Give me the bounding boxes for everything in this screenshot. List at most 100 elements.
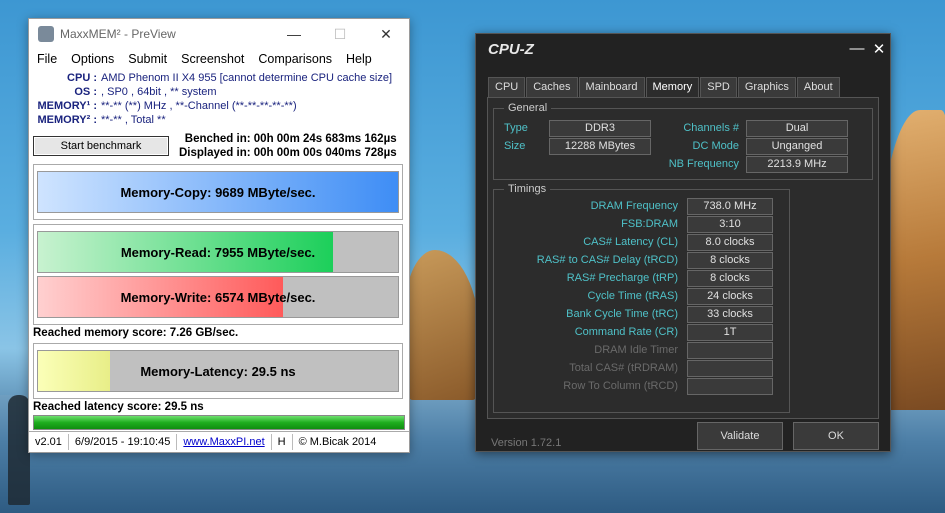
total-progress-bar — [33, 415, 405, 430]
tab-spd[interactable]: SPD — [700, 77, 737, 97]
timing-value: 8 clocks — [687, 252, 773, 269]
channels-label: Channels # — [683, 122, 739, 134]
type-label: Type — [504, 122, 528, 134]
timings-group: Timings DRAM Frequency 738.0 MHz FSB:DRA… — [493, 183, 790, 413]
timing-label: Bank Cycle Time (tRC) — [566, 308, 678, 320]
copy-panel: Memory-Copy: 9689 MByte/sec. — [33, 164, 403, 220]
tab-graphics[interactable]: Graphics — [737, 77, 796, 97]
channels-value: Dual — [746, 120, 848, 137]
nbfreq-label: NB Frequency — [668, 158, 739, 170]
start-benchmark-button[interactable]: Start benchmark — [33, 136, 169, 156]
timing-value: 24 clocks — [687, 288, 773, 305]
timings-title: Timings — [504, 183, 551, 195]
timing-value — [687, 360, 773, 377]
tab-mainboard[interactable]: Mainboard — [578, 77, 645, 97]
read-write-panel: Memory-Read: 7955 MByte/sec. Memory-Writ… — [33, 224, 403, 325]
maxxmem-titlebar[interactable]: MaxxMEM² - PreView — ☐ ✕ — [29, 19, 409, 49]
dcmode-label: DC Mode — [692, 140, 739, 152]
cpuz-version: Version 1.72.1 — [491, 437, 562, 449]
memory-copy-label: Memory-Copy: 9689 MByte/sec. — [120, 184, 316, 200]
timing-label: Row To Column (tRCD) — [563, 380, 678, 392]
timing-label: FSB:DRAM — [621, 218, 678, 230]
latency-score: Reached latency score: 29.5 ns — [33, 401, 204, 413]
maxxmem-statusbar: v2.01 6/9/2015 - 19:10:45 www.MaxxPI.net… — [29, 431, 409, 452]
bench-times: Benched in: 00h 00m 24s 683ms 162µs Disp… — [179, 132, 397, 160]
timing-label: RAS# to CAS# Delay (tRCD) — [536, 254, 678, 266]
website-link[interactable]: www.MaxxPI.net — [177, 434, 272, 450]
tab-memory[interactable]: Memory — [645, 77, 700, 98]
cpu-value: AMD Phenom II X4 955 [cannot determine C… — [101, 72, 393, 84]
close-button[interactable]: ✕ — [363, 26, 409, 43]
tab-about[interactable]: About — [796, 77, 840, 97]
memory1-label: MEMORY¹ : — [37, 100, 97, 112]
status-copyright: © M.Bicak 2014 — [298, 436, 377, 448]
memory-read-bar: Memory-Read: 7955 MByte/sec. — [37, 231, 399, 273]
desktop-rock-left — [405, 250, 480, 400]
minimize-button[interactable]: — — [271, 26, 317, 43]
cpuz-titlebar[interactable]: CPU-Z — ✕ — [476, 34, 890, 64]
dcmode-value: Unganged — [746, 138, 848, 155]
desktop-figure — [8, 395, 30, 505]
nbfreq-value: 2213.9 MHz — [746, 156, 848, 173]
system-info: CPU : AMD Phenom II X4 955 [cannot determ… — [29, 69, 409, 127]
maxxmem-app-icon — [38, 26, 54, 42]
cpuz-tabbar: CPU Caches Mainboard Memory SPD Graphics… — [488, 77, 841, 98]
memory-tab-content: General Type DDR3 Size 12288 MBytes Chan… — [487, 97, 879, 419]
size-label: Size — [504, 140, 526, 152]
memory-latency-label: Memory-Latency: 29.5 ns — [140, 363, 296, 379]
cpuz-title: CPU-Z — [488, 40, 534, 58]
general-title: General — [504, 102, 552, 114]
memory-copy-bar: Memory-Copy: 9689 MByte/sec. — [37, 171, 399, 213]
timing-label: Command Rate (CR) — [574, 326, 678, 338]
size-value: 12288 MBytes — [549, 138, 651, 155]
cpuz-minimize-button[interactable]: — — [846, 40, 868, 58]
os-label: OS : — [74, 86, 97, 98]
memory-latency-bar: Memory-Latency: 29.5 ns — [37, 350, 399, 392]
ok-button[interactable]: OK — [793, 422, 879, 450]
timing-value: 1T — [687, 324, 773, 341]
latency-panel: Memory-Latency: 29.5 ns — [33, 343, 403, 399]
timing-label: CAS# Latency (CL) — [583, 236, 678, 248]
timing-value: 738.0 MHz — [687, 198, 773, 215]
type-value: DDR3 — [549, 120, 651, 137]
maxxmem-menubar: File Options Submit Screenshot Compariso… — [29, 49, 409, 69]
menu-help[interactable]: Help — [346, 52, 372, 66]
memory1-value: **-** (**) MHz , **-Channel (**-**-**-**… — [101, 100, 297, 112]
os-value: , SP0 , 64bit , ** system — [101, 86, 217, 98]
maxxmem-window: MaxxMEM² - PreView — ☐ ✕ File Options Su… — [28, 18, 410, 453]
status-version: v2.01 — [29, 434, 69, 450]
cpuz-close-button[interactable]: ✕ — [868, 40, 890, 58]
memory-write-label: Memory-Write: 6574 MByte/sec. — [120, 289, 316, 305]
displayed-time: Displayed in: 00h 00m 00s 040ms 728µs — [179, 147, 397, 159]
cpu-label: CPU : — [67, 72, 97, 84]
cpuz-window: CPU-Z — ✕ CPU Caches Mainboard Memory SP… — [475, 33, 891, 452]
general-group: General Type DDR3 Size 12288 MBytes Chan… — [493, 102, 873, 180]
menu-comparisons[interactable]: Comparisons — [258, 52, 332, 66]
menu-file[interactable]: File — [37, 52, 57, 66]
maximize-button[interactable]: ☐ — [317, 26, 363, 43]
tab-caches[interactable]: Caches — [526, 77, 578, 97]
status-date: 6/9/2015 - 19:10:45 — [69, 434, 178, 450]
memory-read-label: Memory-Read: 7955 MByte/sec. — [120, 244, 316, 260]
timing-label: Total CAS# (tRDRAM) — [569, 362, 678, 374]
timing-value: 3:10 — [687, 216, 773, 233]
menu-screenshot[interactable]: Screenshot — [181, 52, 244, 66]
timing-value: 33 clocks — [687, 306, 773, 323]
timing-value: 8.0 clocks — [687, 234, 773, 251]
benched-time: Benched in: 00h 00m 24s 683ms 162µs — [184, 133, 397, 145]
timing-label: RAS# Precharge (tRP) — [566, 272, 678, 284]
timing-label: Cycle Time (tRAS) — [587, 290, 678, 302]
validate-button[interactable]: Validate — [697, 422, 783, 450]
maxxmem-title: MaxxMEM² - PreView — [60, 27, 176, 41]
memory2-value: **-** , Total ** — [101, 114, 166, 126]
timing-value: 8 clocks — [687, 270, 773, 287]
timing-value — [687, 378, 773, 395]
menu-options[interactable]: Options — [71, 52, 114, 66]
timing-label: DRAM Idle Timer — [594, 344, 678, 356]
timing-label: DRAM Frequency — [590, 200, 678, 212]
menu-submit[interactable]: Submit — [128, 52, 167, 66]
tab-cpu[interactable]: CPU — [488, 77, 526, 97]
status-h: H — [272, 434, 293, 450]
memory2-label: MEMORY² : — [37, 114, 97, 126]
timing-value — [687, 342, 773, 359]
